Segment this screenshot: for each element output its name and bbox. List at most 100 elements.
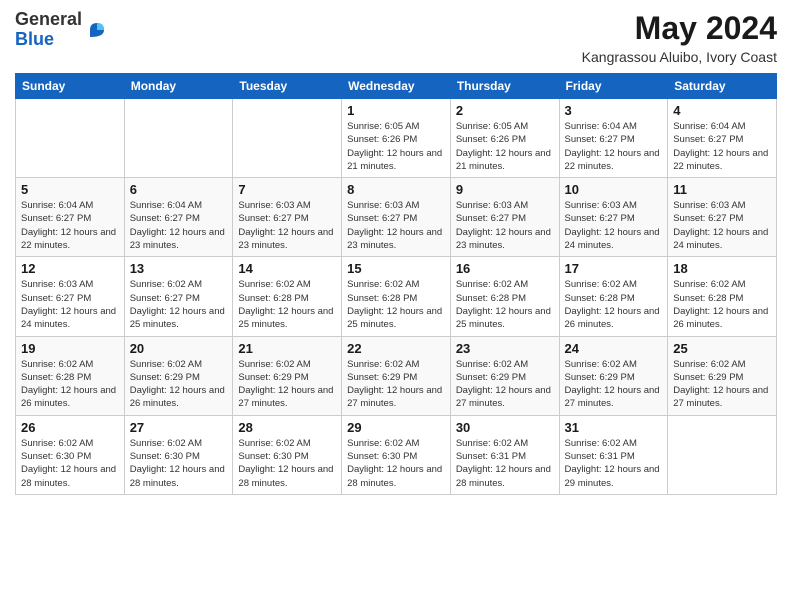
header: General Blue May 2024 Kangrassou Aluibo,… (15, 10, 777, 65)
cell-sun-info: Sunrise: 6:02 AM Sunset: 6:29 PM Dayligh… (673, 358, 771, 411)
logo-general: General (15, 10, 82, 30)
cell-day-number: 3 (565, 103, 663, 118)
cell-sun-info: Sunrise: 6:03 AM Sunset: 6:27 PM Dayligh… (673, 199, 771, 252)
calendar-cell (124, 99, 233, 178)
page: General Blue May 2024 Kangrassou Aluibo,… (0, 0, 792, 612)
cell-sun-info: Sunrise: 6:02 AM Sunset: 6:28 PM Dayligh… (673, 278, 771, 331)
cell-day-number: 1 (347, 103, 445, 118)
cell-sun-info: Sunrise: 6:03 AM Sunset: 6:27 PM Dayligh… (456, 199, 554, 252)
calendar-cell: 5Sunrise: 6:04 AM Sunset: 6:27 PM Daylig… (16, 178, 125, 257)
calendar-cell: 24Sunrise: 6:02 AM Sunset: 6:29 PM Dayli… (559, 336, 668, 415)
day-of-week-header: Monday (124, 74, 233, 99)
cell-day-number: 14 (238, 261, 336, 276)
calendar-cell: 25Sunrise: 6:02 AM Sunset: 6:29 PM Dayli… (668, 336, 777, 415)
calendar-cell: 18 Sunrise: 6:02 AM Sunset: 6:28 PM Dayli… (668, 257, 777, 336)
cell-sun-info: Sunrise: 6:02 AM Sunset: 6:29 PM Dayligh… (565, 358, 663, 411)
cell-sun-info: Sunrise: 6:02 AM Sunset: 6:31 PM Dayligh… (456, 437, 554, 490)
calendar-week-row: 26 Sunrise: 6:02 AM Sunset: 6:30 PM Dayli… (16, 415, 777, 494)
calendar-cell: 23 Sunrise: 6:02 AM Sunset: 6:29 PM Dayli… (450, 336, 559, 415)
day-of-week-header: Sunday (16, 74, 125, 99)
cell-day-number: 15 (347, 261, 445, 276)
calendar-cell: 17 Sunrise: 6:02 AM Sunset: 6:28 PM Dayli… (559, 257, 668, 336)
calendar-cell: 13Sunrise: 6:02 AM Sunset: 6:27 PM Dayli… (124, 257, 233, 336)
day-of-week-header: Tuesday (233, 74, 342, 99)
cell-day-number: 30 (456, 420, 554, 435)
cell-day-number: 20 (130, 341, 228, 356)
cell-day-number: 31 (565, 420, 663, 435)
cell-sun-info: Sunrise: 6:02 AM Sunset: 6:29 PM Dayligh… (130, 358, 228, 411)
cell-sun-info: Sunrise: 6:02 AM Sunset: 6:27 PM Dayligh… (130, 278, 228, 331)
calendar-cell: 7Sunrise: 6:03 AM Sunset: 6:27 PM Daylig… (233, 178, 342, 257)
cell-day-number: 27 (130, 420, 228, 435)
cell-day-number: 12 (21, 261, 119, 276)
calendar-cell: 1 Sunrise: 6:05 AM Sunset: 6:26 PM Daylig… (342, 99, 451, 178)
calendar-cell: 9 Sunrise: 6:03 AM Sunset: 6:27 PM Daylig… (450, 178, 559, 257)
logo: General Blue (15, 10, 108, 50)
cell-day-number: 29 (347, 420, 445, 435)
calendar-week-row: 5Sunrise: 6:04 AM Sunset: 6:27 PM Daylig… (16, 178, 777, 257)
cell-sun-info: Sunrise: 6:02 AM Sunset: 6:28 PM Dayligh… (347, 278, 445, 331)
cell-sun-info: Sunrise: 6:02 AM Sunset: 6:30 PM Dayligh… (347, 437, 445, 490)
cell-day-number: 8 (347, 182, 445, 197)
cell-day-number: 6 (130, 182, 228, 197)
calendar-header-row: SundayMondayTuesdayWednesdayThursdayFrid… (16, 74, 777, 99)
cell-day-number: 2 (456, 103, 554, 118)
cell-sun-info: Sunrise: 6:02 AM Sunset: 6:28 PM Dayligh… (21, 358, 119, 411)
calendar: SundayMondayTuesdayWednesdayThursdayFrid… (15, 73, 777, 495)
cell-day-number: 23 (456, 341, 554, 356)
cell-day-number: 9 (456, 182, 554, 197)
cell-sun-info: Sunrise: 6:04 AM Sunset: 6:27 PM Dayligh… (130, 199, 228, 252)
cell-day-number: 10 (565, 182, 663, 197)
calendar-cell: 2 Sunrise: 6:05 AM Sunset: 6:26 PM Daylig… (450, 99, 559, 178)
cell-day-number: 16 (456, 261, 554, 276)
cell-sun-info: Sunrise: 6:02 AM Sunset: 6:30 PM Dayligh… (238, 437, 336, 490)
calendar-cell: 4Sunrise: 6:04 AM Sunset: 6:27 PM Daylig… (668, 99, 777, 178)
cell-sun-info: Sunrise: 6:03 AM Sunset: 6:27 PM Dayligh… (347, 199, 445, 252)
calendar-cell: 14Sunrise: 6:02 AM Sunset: 6:28 PM Dayli… (233, 257, 342, 336)
calendar-week-row: 19Sunrise: 6:02 AM Sunset: 6:28 PM Dayli… (16, 336, 777, 415)
calendar-cell: 26Sunrise: 6:02 AM Sunset: 6:30 PM Dayli… (16, 415, 125, 494)
cell-sun-info: Sunrise: 6:02 AM Sunset: 6:30 PM Dayligh… (130, 437, 228, 490)
calendar-week-row: 1 Sunrise: 6:05 AM Sunset: 6:26 PM Daylig… (16, 99, 777, 178)
cell-sun-info: Sunrise: 6:05 AM Sunset: 6:26 PM Dayligh… (456, 120, 554, 173)
cell-day-number: 26 (21, 420, 119, 435)
logo-icon (86, 19, 108, 41)
calendar-cell: 22Sunrise: 6:02 AM Sunset: 6:29 PM Dayli… (342, 336, 451, 415)
calendar-cell: 12Sunrise: 6:03 AM Sunset: 6:27 PM Dayli… (16, 257, 125, 336)
calendar-cell: 29 Sunrise: 6:02 AM Sunset: 6:30 PM Dayli… (342, 415, 451, 494)
cell-sun-info: Sunrise: 6:03 AM Sunset: 6:27 PM Dayligh… (565, 199, 663, 252)
cell-day-number: 17 (565, 261, 663, 276)
calendar-cell: 27 Sunrise: 6:02 AM Sunset: 6:30 PM Dayli… (124, 415, 233, 494)
day-of-week-header: Thursday (450, 74, 559, 99)
calendar-cell (668, 415, 777, 494)
calendar-cell: 20 Sunrise: 6:02 AM Sunset: 6:29 PM Dayli… (124, 336, 233, 415)
cell-sun-info: Sunrise: 6:02 AM Sunset: 6:28 PM Dayligh… (565, 278, 663, 331)
cell-day-number: 18 (673, 261, 771, 276)
calendar-cell: 6 Sunrise: 6:04 AM Sunset: 6:27 PM Daylig… (124, 178, 233, 257)
day-of-week-header: Friday (559, 74, 668, 99)
calendar-cell: 3 Sunrise: 6:04 AM Sunset: 6:27 PM Daylig… (559, 99, 668, 178)
calendar-cell: 10 Sunrise: 6:03 AM Sunset: 6:27 PM Dayli… (559, 178, 668, 257)
cell-day-number: 11 (673, 182, 771, 197)
cell-sun-info: Sunrise: 6:02 AM Sunset: 6:29 PM Dayligh… (456, 358, 554, 411)
month-title: May 2024 (582, 10, 777, 47)
calendar-cell: 16Sunrise: 6:02 AM Sunset: 6:28 PM Dayli… (450, 257, 559, 336)
calendar-week-row: 12Sunrise: 6:03 AM Sunset: 6:27 PM Dayli… (16, 257, 777, 336)
calendar-cell (233, 99, 342, 178)
cell-day-number: 4 (673, 103, 771, 118)
location-title: Kangrassou Aluibo, Ivory Coast (582, 49, 777, 65)
calendar-cell: 19Sunrise: 6:02 AM Sunset: 6:28 PM Dayli… (16, 336, 125, 415)
calendar-cell: 11 Sunrise: 6:03 AM Sunset: 6:27 PM Dayli… (668, 178, 777, 257)
cell-day-number: 21 (238, 341, 336, 356)
logo-blue: Blue (15, 30, 82, 50)
cell-sun-info: Sunrise: 6:02 AM Sunset: 6:31 PM Dayligh… (565, 437, 663, 490)
title-section: May 2024 Kangrassou Aluibo, Ivory Coast (582, 10, 777, 65)
cell-sun-info: Sunrise: 6:02 AM Sunset: 6:29 PM Dayligh… (347, 358, 445, 411)
cell-sun-info: Sunrise: 6:04 AM Sunset: 6:27 PM Dayligh… (565, 120, 663, 173)
cell-day-number: 28 (238, 420, 336, 435)
day-of-week-header: Wednesday (342, 74, 451, 99)
cell-sun-info: Sunrise: 6:05 AM Sunset: 6:26 PM Dayligh… (347, 120, 445, 173)
day-of-week-header: Saturday (668, 74, 777, 99)
cell-sun-info: Sunrise: 6:03 AM Sunset: 6:27 PM Dayligh… (238, 199, 336, 252)
calendar-cell: 30 Sunrise: 6:02 AM Sunset: 6:31 PM Dayli… (450, 415, 559, 494)
